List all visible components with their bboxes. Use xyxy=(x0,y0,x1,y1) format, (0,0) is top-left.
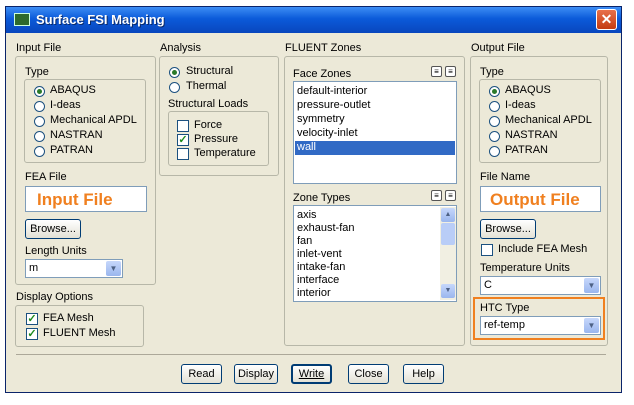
select-all-icon[interactable]: ≡ xyxy=(431,66,442,77)
length-units-label: Length Units xyxy=(25,245,87,257)
length-units-select[interactable]: m ▼ xyxy=(25,259,123,278)
list-item[interactable]: symmetry xyxy=(297,113,345,125)
list-item[interactable]: axis xyxy=(297,209,317,221)
fea-mesh-label: FEA Mesh xyxy=(43,312,94,324)
scroll-thumb[interactable] xyxy=(441,223,455,245)
zone-types-scrollbar[interactable]: ▲ ▼ xyxy=(440,207,456,300)
htc-type-label: HTC Type xyxy=(480,302,530,314)
output-type-label-ideas: I-deas xyxy=(505,99,536,111)
input-type-radio-ideas[interactable] xyxy=(34,101,45,112)
list-item[interactable]: velocity-inlet xyxy=(297,127,358,139)
display-options-group-label: Display Options xyxy=(16,291,94,303)
output-type-radio-patran[interactable] xyxy=(489,146,500,157)
temperature-units-value: C xyxy=(484,279,492,291)
deselect-all-icon[interactable]: ≡ xyxy=(445,66,456,77)
input-file-group-label: Input File xyxy=(16,42,62,54)
help-button[interactable]: Help xyxy=(403,364,444,384)
output-type-radio-ideas[interactable] xyxy=(489,101,500,112)
face-zones-list[interactable]: default-interior pressure-outlet symmetr… xyxy=(293,81,457,184)
fea-file-label: FEA File xyxy=(25,171,67,183)
thermal-label: Thermal xyxy=(186,80,227,92)
input-type-label-ideas: I-deas xyxy=(50,99,81,111)
output-type-radio-mechanical-apdl[interactable] xyxy=(489,116,500,127)
read-button[interactable]: Read xyxy=(181,364,222,384)
include-fea-mesh-checkbox[interactable] xyxy=(481,244,493,256)
zone-types-list[interactable]: axis exhaust-fan fan inlet-vent intake-f… xyxy=(293,205,457,302)
input-type-radio-nastran[interactable] xyxy=(34,131,45,142)
temperature-units-select[interactable]: C ▼ xyxy=(480,276,601,295)
list-item[interactable]: interface xyxy=(297,274,339,286)
input-type-label-abaqus: ABAQUS xyxy=(50,84,96,96)
close-window-button[interactable]: ✕ xyxy=(596,9,617,30)
output-type-label-mechanical-apdl: Mechanical APDL xyxy=(505,114,592,126)
pressure-label: Pressure xyxy=(194,133,239,145)
temperature-label: Temperature xyxy=(194,147,256,159)
output-file-group-label: Output File xyxy=(471,42,525,54)
thermal-radio[interactable] xyxy=(169,82,180,93)
list-item[interactable]: pressure-outlet xyxy=(297,99,370,111)
analysis-group-label: Analysis xyxy=(160,42,201,54)
window-title: Surface FSI Mapping xyxy=(36,12,165,27)
include-fea-mesh-label: Include FEA Mesh xyxy=(498,243,588,255)
structural-label: Structural xyxy=(186,65,234,77)
output-browse-button[interactable]: Browse... xyxy=(480,219,536,239)
chevron-down-icon[interactable]: ▼ xyxy=(584,318,599,333)
input-type-radio-patran[interactable] xyxy=(34,146,45,157)
list-item[interactable]: intake-fan xyxy=(297,261,345,273)
write-button[interactable]: Write xyxy=(291,364,332,384)
output-type-label: Type xyxy=(480,66,504,78)
fluent-mesh-label: FLUENT Mesh xyxy=(43,327,116,339)
fluent-mesh-checkbox[interactable]: ✓ xyxy=(26,328,38,340)
separator xyxy=(16,354,606,355)
scroll-down-icon[interactable]: ▼ xyxy=(441,284,455,298)
app-icon xyxy=(14,13,30,26)
input-type-label-mechanical-apdl: Mechanical APDL xyxy=(50,114,137,126)
chevron-down-icon[interactable]: ▼ xyxy=(106,261,121,276)
pressure-checkbox[interactable]: ✓ xyxy=(177,134,189,146)
display-button[interactable]: Display xyxy=(234,364,278,384)
face-zones-label: Face Zones xyxy=(293,68,352,80)
output-type-radio-abaqus[interactable] xyxy=(489,86,500,97)
file-name-field[interactable]: Output File xyxy=(480,186,601,212)
input-type-label: Type xyxy=(25,66,49,78)
length-units-value: m xyxy=(29,262,39,274)
htc-type-value: ref-temp xyxy=(484,319,525,331)
temperature-checkbox[interactable] xyxy=(177,148,189,160)
select-all-icon[interactable]: ≡ xyxy=(431,190,442,201)
fea-file-field[interactable]: Input File xyxy=(25,186,147,212)
input-type-label-nastran: NASTRAN xyxy=(50,129,103,141)
output-type-label-nastran: NASTRAN xyxy=(505,129,558,141)
input-type-radio-mechanical-apdl[interactable] xyxy=(34,116,45,127)
list-item[interactable]: default-interior xyxy=(297,85,367,97)
output-type-label-abaqus: ABAQUS xyxy=(505,84,551,96)
file-name-label: File Name xyxy=(480,171,531,183)
input-type-label-patran: PATRAN xyxy=(50,144,93,156)
input-browse-button[interactable]: Browse... xyxy=(25,219,81,239)
output-type-label-patran: PATRAN xyxy=(505,144,548,156)
scroll-up-icon[interactable]: ▲ xyxy=(441,208,455,222)
input-type-radio-abaqus[interactable] xyxy=(34,86,45,97)
close-button[interactable]: Close xyxy=(348,364,389,384)
zone-types-label: Zone Types xyxy=(293,192,351,204)
force-label: Force xyxy=(194,119,223,131)
selected-list-row[interactable]: wall xyxy=(295,141,455,155)
file-name-value: Output File xyxy=(490,190,580,209)
chevron-down-icon[interactable]: ▼ xyxy=(584,278,599,293)
selected-list-item: wall xyxy=(297,141,316,153)
output-type-radio-nastran[interactable] xyxy=(489,131,500,142)
title-bar[interactable]: Surface FSI Mapping ✕ xyxy=(6,7,621,33)
fea-file-value: Input File xyxy=(37,190,113,209)
htc-type-select[interactable]: ref-temp ▼ xyxy=(480,316,601,335)
list-item[interactable]: exhaust-fan xyxy=(297,222,354,234)
list-item[interactable]: interior xyxy=(297,287,331,299)
fluent-zones-group-label: FLUENT Zones xyxy=(285,42,362,54)
fea-mesh-checkbox[interactable]: ✓ xyxy=(26,313,38,325)
deselect-all-icon[interactable]: ≡ xyxy=(445,190,456,201)
force-checkbox[interactable] xyxy=(177,120,189,132)
structural-loads-label: Structural Loads xyxy=(168,98,249,110)
temperature-units-label: Temperature Units xyxy=(480,262,570,274)
list-item[interactable]: fan xyxy=(297,235,312,247)
structural-radio[interactable] xyxy=(169,67,180,78)
list-item[interactable]: inlet-vent xyxy=(297,248,342,260)
